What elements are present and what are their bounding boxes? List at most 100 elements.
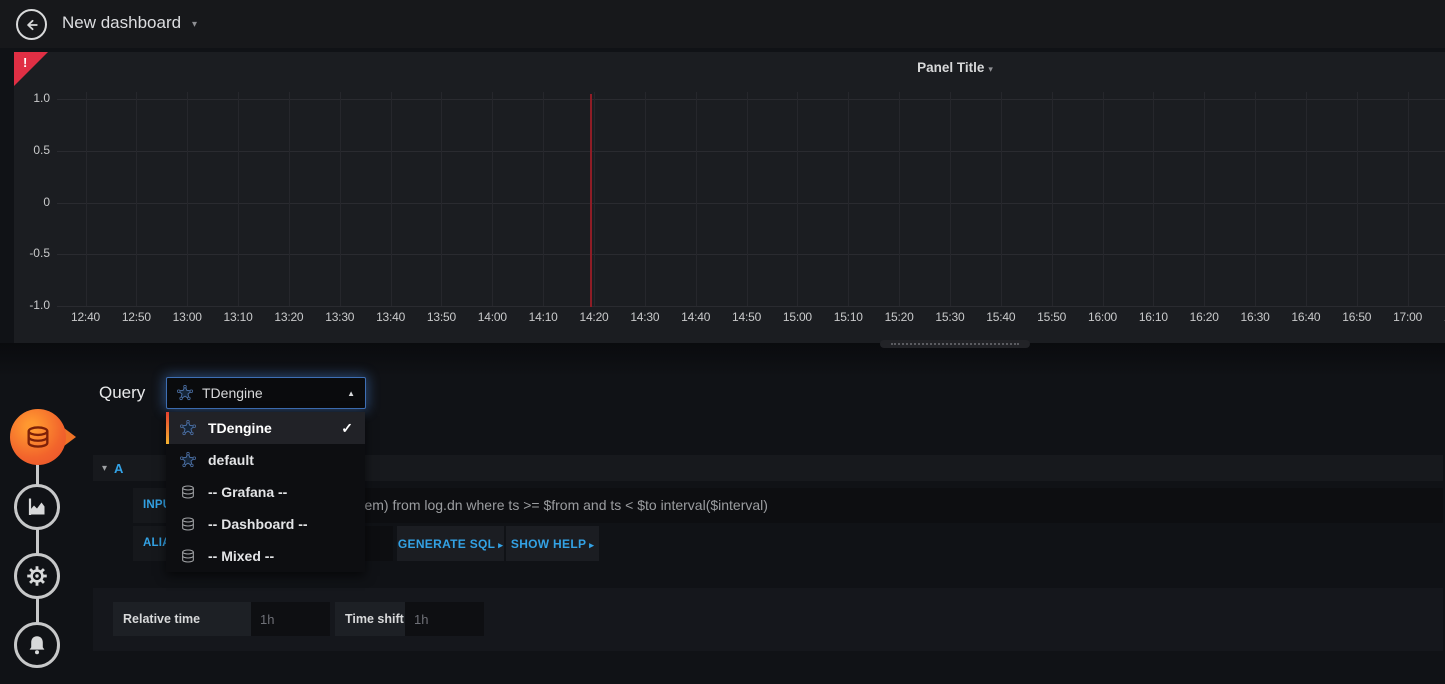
x-axis-tick-label: 17:00 bbox=[1393, 310, 1422, 324]
database-icon bbox=[24, 423, 52, 451]
x-axis-tick-label: 16:00 bbox=[1088, 310, 1117, 324]
x-axis-tick-label: 13:50 bbox=[427, 310, 456, 324]
chevron-down-icon: ▾ bbox=[988, 64, 993, 74]
tdengine-icon bbox=[177, 385, 193, 401]
x-gridline bbox=[1204, 92, 1205, 306]
menu-item-default[interactable]: default bbox=[166, 444, 365, 476]
x-gridline bbox=[899, 92, 900, 306]
database-icon bbox=[180, 484, 196, 500]
bell-icon bbox=[25, 633, 49, 657]
menu-item-mixed[interactable]: -- Mixed -- bbox=[166, 540, 365, 572]
x-gridline bbox=[543, 92, 544, 306]
relative-time-input[interactable] bbox=[251, 602, 330, 636]
menu-item-label: -- Grafana -- bbox=[208, 484, 287, 500]
sql-input[interactable]: select avg(mem_system) from log.dn where… bbox=[225, 488, 1443, 523]
resize-dots bbox=[891, 343, 1019, 345]
panel-title-menu[interactable]: Panel Title▾ bbox=[14, 59, 1445, 77]
x-gridline bbox=[340, 92, 341, 306]
x-gridline bbox=[187, 92, 188, 306]
x-gridline bbox=[848, 92, 849, 306]
menu-item-label: -- Dashboard -- bbox=[208, 516, 308, 532]
time-shift-input[interactable] bbox=[405, 602, 484, 636]
x-gridline bbox=[391, 92, 392, 306]
menu-item-label: -- Mixed -- bbox=[208, 548, 274, 564]
x-axis-tick-label: 16:50 bbox=[1342, 310, 1371, 324]
x-gridline bbox=[747, 92, 748, 306]
x-axis-tick-label: 14:00 bbox=[478, 310, 507, 324]
x-axis-tick-label: 15:10 bbox=[834, 310, 863, 324]
tab-general[interactable] bbox=[14, 553, 60, 599]
tdengine-icon bbox=[180, 452, 196, 468]
x-gridline bbox=[136, 92, 137, 306]
x-axis-tick-label: 15:20 bbox=[885, 310, 914, 324]
x-axis-tick-label: 12:50 bbox=[122, 310, 151, 324]
menu-item-grafana[interactable]: -- Grafana -- bbox=[166, 476, 365, 508]
x-gridline bbox=[1306, 92, 1307, 306]
x-axis-tick-label: 14:30 bbox=[630, 310, 659, 324]
generate-sql-button[interactable]: GENERATE SQL▸ bbox=[397, 526, 504, 561]
menu-item-dashboard[interactable]: -- Dashboard -- bbox=[166, 508, 365, 540]
show-help-button[interactable]: SHOW HELP▸ bbox=[506, 526, 599, 561]
database-icon bbox=[180, 516, 196, 532]
x-axis-tick-label: 16:30 bbox=[1241, 310, 1270, 324]
selected-accent-bar bbox=[166, 412, 169, 444]
y-axis-tick-label: 1.0 bbox=[14, 91, 50, 105]
tab-queries[interactable] bbox=[10, 409, 66, 465]
database-icon bbox=[180, 548, 196, 564]
panel-resize-handle[interactable] bbox=[880, 340, 1030, 348]
x-axis-tick-label: 15:30 bbox=[935, 310, 964, 324]
x-axis-tick-label: 12:40 bbox=[71, 310, 100, 324]
x-axis-tick-label: 13:00 bbox=[173, 310, 202, 324]
top-navbar: New dashboard ▾ bbox=[0, 0, 1445, 48]
menu-item-tdengine[interactable]: TDengine ✓ bbox=[166, 412, 365, 444]
tab-alert[interactable] bbox=[14, 622, 60, 668]
x-gridline bbox=[441, 92, 442, 306]
tdengine-icon bbox=[180, 420, 196, 436]
datasource-select[interactable]: TDengine ▲ bbox=[166, 377, 366, 409]
y-gridline bbox=[57, 99, 1445, 100]
x-axis-tick-label: 15:50 bbox=[1037, 310, 1066, 324]
chevron-up-icon: ▲ bbox=[347, 389, 355, 398]
time-series-chart: 1.00.50-0.5-1.012:4012:5013:0013:1013:20… bbox=[14, 52, 1445, 343]
chevron-down-icon[interactable]: ▾ bbox=[192, 19, 197, 30]
panel-bottom-shadow bbox=[0, 343, 1445, 377]
back-button[interactable] bbox=[16, 9, 47, 40]
x-gridline bbox=[594, 92, 595, 306]
x-gridline bbox=[1103, 92, 1104, 306]
x-axis-tick-label: 13:40 bbox=[376, 310, 405, 324]
y-gridline bbox=[57, 151, 1445, 152]
y-axis-tick-label: 0 bbox=[14, 195, 50, 209]
x-axis-tick-label: 16:20 bbox=[1190, 310, 1219, 324]
menu-item-label: default bbox=[208, 452, 254, 468]
annotation-vline bbox=[590, 94, 592, 307]
query-section-label: Query bbox=[99, 383, 145, 403]
datasource-dropdown-menu: TDengine ✓ default -- Grafana -- bbox=[166, 412, 365, 572]
arrow-right-icon: ▸ bbox=[589, 540, 594, 550]
x-axis-tick-label: 14:40 bbox=[681, 310, 710, 324]
datasource-selected-value: TDengine bbox=[202, 385, 263, 401]
x-gridline bbox=[1153, 92, 1154, 306]
x-axis-tick-label: 16:10 bbox=[1139, 310, 1168, 324]
gear-icon bbox=[24, 563, 50, 589]
y-gridline bbox=[57, 254, 1445, 255]
x-axis-tick-label: 13:30 bbox=[325, 310, 354, 324]
x-axis-tick-label: 16:40 bbox=[1291, 310, 1320, 324]
x-gridline bbox=[86, 92, 87, 306]
panel: 1.00.50-0.5-1.012:4012:5013:0013:1013:20… bbox=[14, 52, 1445, 343]
x-axis-tick-label: 13:10 bbox=[224, 310, 253, 324]
chevron-down-icon: ▾ bbox=[102, 463, 107, 474]
check-icon: ✓ bbox=[341, 420, 353, 437]
generate-sql-label: GENERATE SQL bbox=[398, 537, 495, 551]
x-gridline bbox=[1001, 92, 1002, 306]
y-gridline bbox=[57, 306, 1445, 307]
x-gridline bbox=[1052, 92, 1053, 306]
x-gridline bbox=[797, 92, 798, 306]
dashboard-title[interactable]: New dashboard bbox=[62, 13, 181, 33]
menu-item-label: TDengine bbox=[208, 420, 272, 436]
time-shift-label: Time shift bbox=[335, 602, 405, 636]
x-gridline bbox=[645, 92, 646, 306]
y-axis-tick-label: -0.5 bbox=[14, 246, 50, 260]
x-axis-tick-label: 15:00 bbox=[783, 310, 812, 324]
tab-visualization[interactable] bbox=[14, 484, 60, 530]
query-letter: A bbox=[114, 461, 123, 476]
